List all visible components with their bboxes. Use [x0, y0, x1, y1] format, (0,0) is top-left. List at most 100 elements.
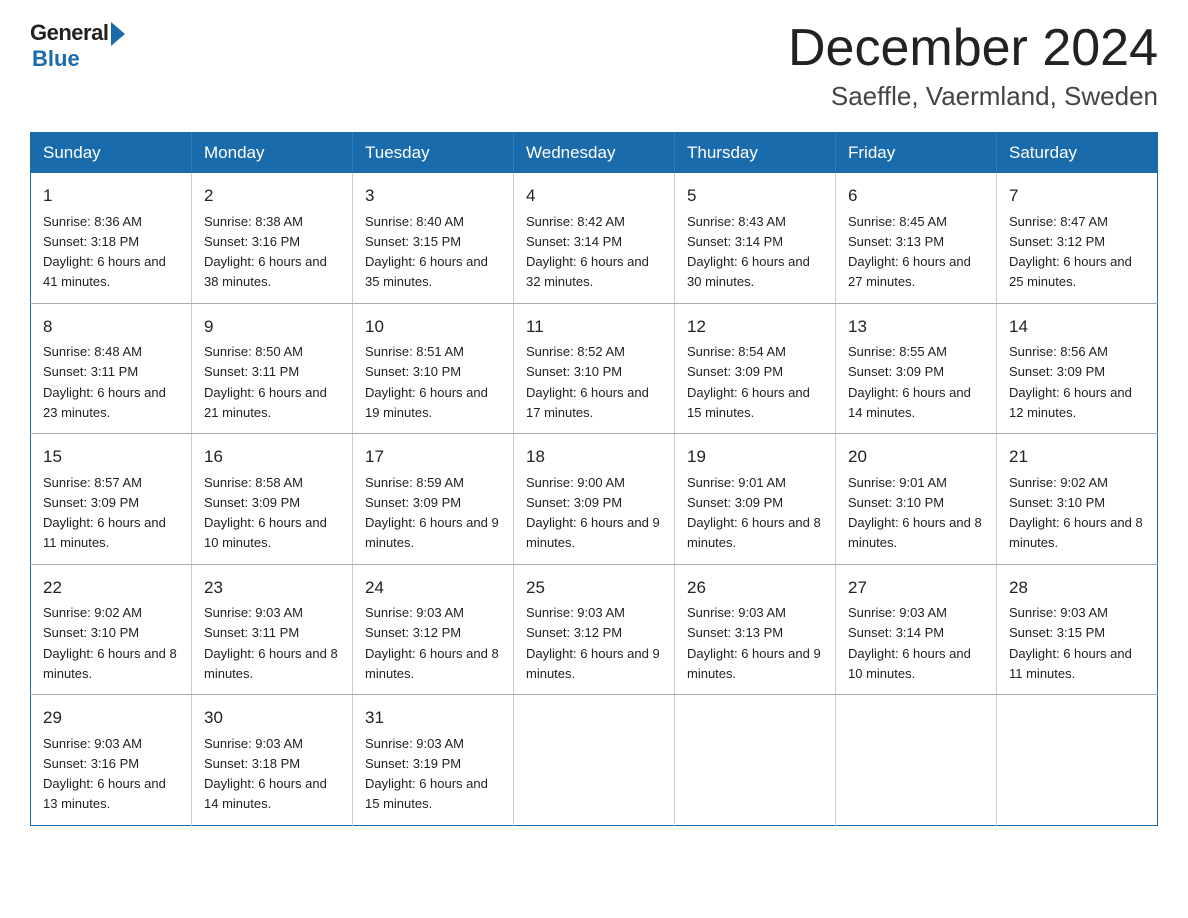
day-number: 6 — [848, 183, 984, 209]
col-wednesday: Wednesday — [514, 133, 675, 174]
table-row: 20 Sunrise: 9:01 AMSunset: 3:10 PMDaylig… — [836, 434, 997, 565]
calendar-week-row: 29 Sunrise: 9:03 AMSunset: 3:16 PMDaylig… — [31, 695, 1158, 826]
table-row: 29 Sunrise: 9:03 AMSunset: 3:16 PMDaylig… — [31, 695, 192, 826]
day-number: 11 — [526, 314, 662, 340]
day-number: 20 — [848, 444, 984, 470]
table-row — [675, 695, 836, 826]
day-info: Sunrise: 8:42 AMSunset: 3:14 PMDaylight:… — [526, 214, 649, 290]
calendar-header-row: Sunday Monday Tuesday Wednesday Thursday… — [31, 133, 1158, 174]
day-info: Sunrise: 9:01 AMSunset: 3:09 PMDaylight:… — [687, 475, 821, 551]
table-row: 25 Sunrise: 9:03 AMSunset: 3:12 PMDaylig… — [514, 564, 675, 695]
day-number: 25 — [526, 575, 662, 601]
table-row: 8 Sunrise: 8:48 AMSunset: 3:11 PMDayligh… — [31, 303, 192, 434]
day-number: 31 — [365, 705, 501, 731]
col-saturday: Saturday — [997, 133, 1158, 174]
calendar-table: Sunday Monday Tuesday Wednesday Thursday… — [30, 132, 1158, 826]
day-info: Sunrise: 8:40 AMSunset: 3:15 PMDaylight:… — [365, 214, 488, 290]
day-number: 5 — [687, 183, 823, 209]
day-info: Sunrise: 8:48 AMSunset: 3:11 PMDaylight:… — [43, 344, 166, 420]
calendar-week-row: 15 Sunrise: 8:57 AMSunset: 3:09 PMDaylig… — [31, 434, 1158, 565]
table-row: 1 Sunrise: 8:36 AMSunset: 3:18 PMDayligh… — [31, 173, 192, 303]
day-number: 14 — [1009, 314, 1145, 340]
col-thursday: Thursday — [675, 133, 836, 174]
day-number: 13 — [848, 314, 984, 340]
day-info: Sunrise: 9:03 AMSunset: 3:19 PMDaylight:… — [365, 736, 488, 812]
table-row: 7 Sunrise: 8:47 AMSunset: 3:12 PMDayligh… — [997, 173, 1158, 303]
table-row: 27 Sunrise: 9:03 AMSunset: 3:14 PMDaylig… — [836, 564, 997, 695]
calendar-week-row: 1 Sunrise: 8:36 AMSunset: 3:18 PMDayligh… — [31, 173, 1158, 303]
table-row — [836, 695, 997, 826]
table-row: 14 Sunrise: 8:56 AMSunset: 3:09 PMDaylig… — [997, 303, 1158, 434]
table-row: 16 Sunrise: 8:58 AMSunset: 3:09 PMDaylig… — [192, 434, 353, 565]
day-info: Sunrise: 8:38 AMSunset: 3:16 PMDaylight:… — [204, 214, 327, 290]
table-row: 2 Sunrise: 8:38 AMSunset: 3:16 PMDayligh… — [192, 173, 353, 303]
day-number: 29 — [43, 705, 179, 731]
location-title: Saeffle, Vaermland, Sweden — [788, 81, 1158, 112]
day-info: Sunrise: 9:03 AMSunset: 3:13 PMDaylight:… — [687, 605, 821, 681]
title-section: December 2024 Saeffle, Vaermland, Sweden — [788, 20, 1158, 112]
day-info: Sunrise: 9:03 AMSunset: 3:15 PMDaylight:… — [1009, 605, 1132, 681]
day-info: Sunrise: 9:03 AMSunset: 3:12 PMDaylight:… — [526, 605, 660, 681]
day-number: 30 — [204, 705, 340, 731]
col-monday: Monday — [192, 133, 353, 174]
day-number: 4 — [526, 183, 662, 209]
day-number: 24 — [365, 575, 501, 601]
table-row: 23 Sunrise: 9:03 AMSunset: 3:11 PMDaylig… — [192, 564, 353, 695]
day-info: Sunrise: 9:01 AMSunset: 3:10 PMDaylight:… — [848, 475, 982, 551]
day-info: Sunrise: 8:45 AMSunset: 3:13 PMDaylight:… — [848, 214, 971, 290]
day-info: Sunrise: 8:50 AMSunset: 3:11 PMDaylight:… — [204, 344, 327, 420]
day-number: 28 — [1009, 575, 1145, 601]
day-info: Sunrise: 8:59 AMSunset: 3:09 PMDaylight:… — [365, 475, 499, 551]
day-number: 10 — [365, 314, 501, 340]
day-info: Sunrise: 8:54 AMSunset: 3:09 PMDaylight:… — [687, 344, 810, 420]
day-info: Sunrise: 9:03 AMSunset: 3:16 PMDaylight:… — [43, 736, 166, 812]
table-row — [514, 695, 675, 826]
day-number: 7 — [1009, 183, 1145, 209]
day-number: 19 — [687, 444, 823, 470]
table-row: 30 Sunrise: 9:03 AMSunset: 3:18 PMDaylig… — [192, 695, 353, 826]
logo-arrow-icon — [111, 22, 125, 46]
day-number: 15 — [43, 444, 179, 470]
col-sunday: Sunday — [31, 133, 192, 174]
page-header: General Blue December 2024 Saeffle, Vaer… — [30, 20, 1158, 112]
day-info: Sunrise: 8:52 AMSunset: 3:10 PMDaylight:… — [526, 344, 649, 420]
day-info: Sunrise: 8:43 AMSunset: 3:14 PMDaylight:… — [687, 214, 810, 290]
table-row: 10 Sunrise: 8:51 AMSunset: 3:10 PMDaylig… — [353, 303, 514, 434]
day-info: Sunrise: 8:36 AMSunset: 3:18 PMDaylight:… — [43, 214, 166, 290]
day-number: 17 — [365, 444, 501, 470]
day-number: 1 — [43, 183, 179, 209]
table-row: 31 Sunrise: 9:03 AMSunset: 3:19 PMDaylig… — [353, 695, 514, 826]
table-row — [997, 695, 1158, 826]
table-row: 6 Sunrise: 8:45 AMSunset: 3:13 PMDayligh… — [836, 173, 997, 303]
day-number: 21 — [1009, 444, 1145, 470]
day-number: 22 — [43, 575, 179, 601]
day-number: 16 — [204, 444, 340, 470]
month-title: December 2024 — [788, 20, 1158, 77]
table-row: 26 Sunrise: 9:03 AMSunset: 3:13 PMDaylig… — [675, 564, 836, 695]
table-row: 4 Sunrise: 8:42 AMSunset: 3:14 PMDayligh… — [514, 173, 675, 303]
calendar-week-row: 8 Sunrise: 8:48 AMSunset: 3:11 PMDayligh… — [31, 303, 1158, 434]
day-info: Sunrise: 8:57 AMSunset: 3:09 PMDaylight:… — [43, 475, 166, 551]
day-number: 18 — [526, 444, 662, 470]
day-number: 12 — [687, 314, 823, 340]
logo: General Blue — [30, 20, 125, 72]
table-row: 11 Sunrise: 8:52 AMSunset: 3:10 PMDaylig… — [514, 303, 675, 434]
day-info: Sunrise: 9:03 AMSunset: 3:18 PMDaylight:… — [204, 736, 327, 812]
table-row: 9 Sunrise: 8:50 AMSunset: 3:11 PMDayligh… — [192, 303, 353, 434]
day-info: Sunrise: 8:51 AMSunset: 3:10 PMDaylight:… — [365, 344, 488, 420]
day-info: Sunrise: 9:03 AMSunset: 3:11 PMDaylight:… — [204, 605, 338, 681]
day-number: 3 — [365, 183, 501, 209]
table-row: 21 Sunrise: 9:02 AMSunset: 3:10 PMDaylig… — [997, 434, 1158, 565]
logo-general-text: General — [30, 20, 108, 46]
day-number: 27 — [848, 575, 984, 601]
day-number: 8 — [43, 314, 179, 340]
day-info: Sunrise: 8:47 AMSunset: 3:12 PMDaylight:… — [1009, 214, 1132, 290]
table-row: 5 Sunrise: 8:43 AMSunset: 3:14 PMDayligh… — [675, 173, 836, 303]
day-info: Sunrise: 9:02 AMSunset: 3:10 PMDaylight:… — [1009, 475, 1143, 551]
table-row: 13 Sunrise: 8:55 AMSunset: 3:09 PMDaylig… — [836, 303, 997, 434]
day-info: Sunrise: 9:03 AMSunset: 3:12 PMDaylight:… — [365, 605, 499, 681]
table-row: 15 Sunrise: 8:57 AMSunset: 3:09 PMDaylig… — [31, 434, 192, 565]
table-row: 17 Sunrise: 8:59 AMSunset: 3:09 PMDaylig… — [353, 434, 514, 565]
table-row: 28 Sunrise: 9:03 AMSunset: 3:15 PMDaylig… — [997, 564, 1158, 695]
table-row: 3 Sunrise: 8:40 AMSunset: 3:15 PMDayligh… — [353, 173, 514, 303]
